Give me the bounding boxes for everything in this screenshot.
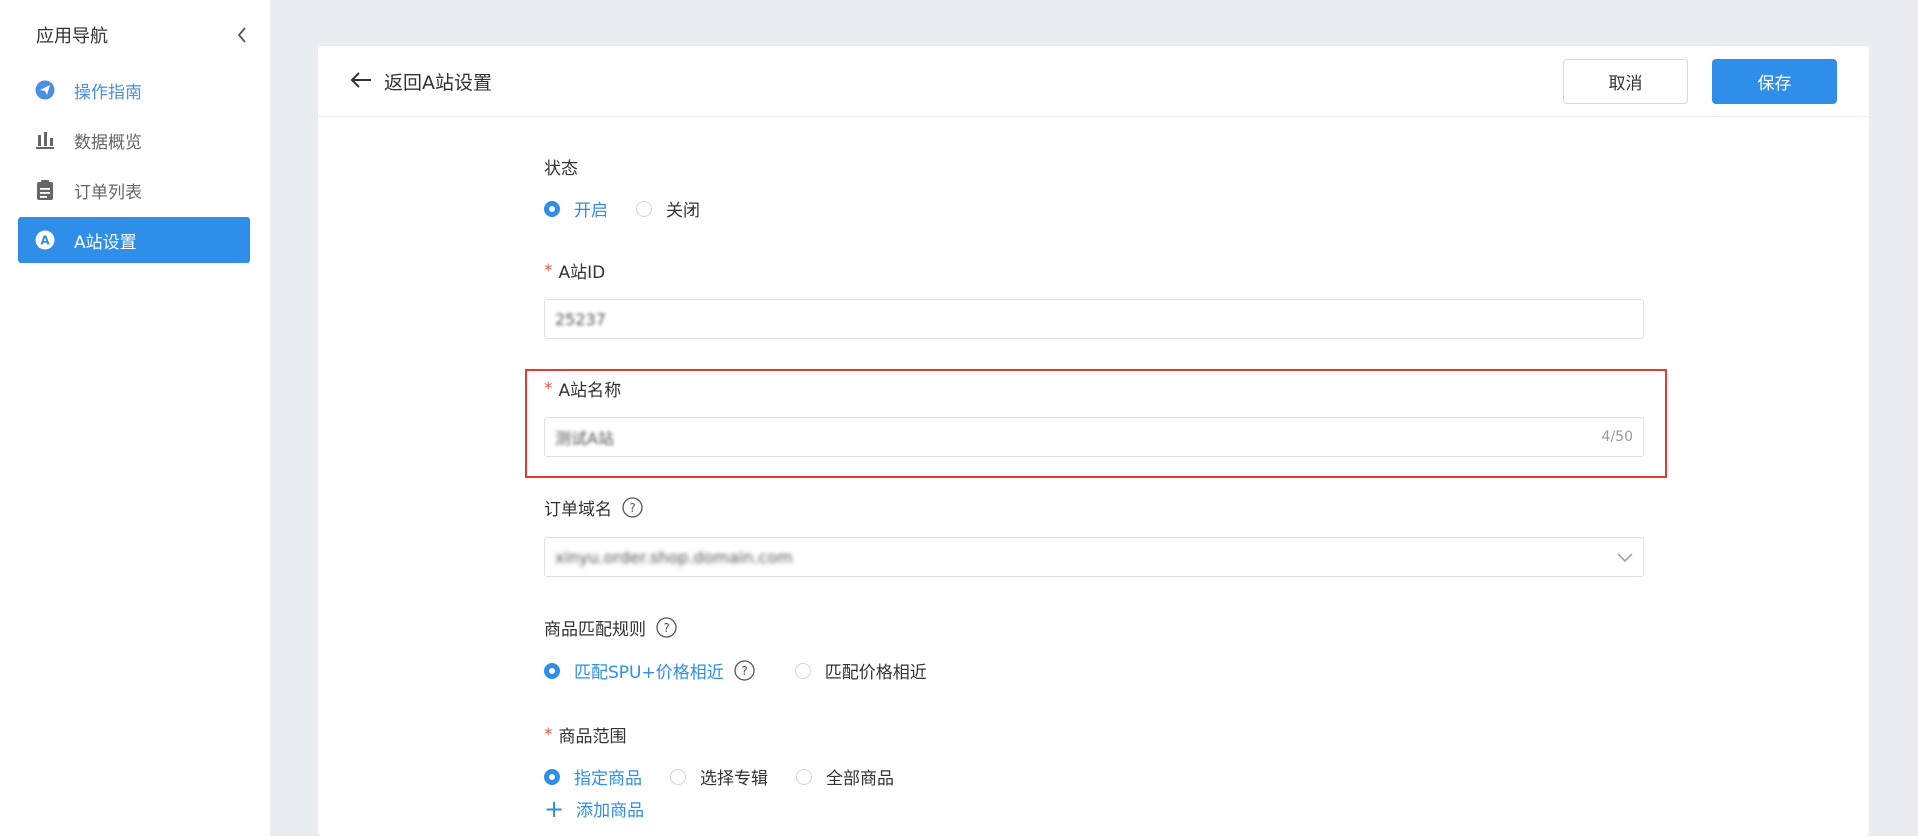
product-scope-radio-specified[interactable]: 指定商品	[544, 764, 642, 789]
site-id-input[interactable]: 25237	[544, 299, 1644, 339]
product-scope-radio-group: 指定商品 选择专辑 全部商品	[544, 764, 922, 789]
radio-dot	[636, 200, 652, 217]
match-rule-radio-price[interactable]: 匹配价格相近	[794, 658, 927, 683]
svg-text:?: ?	[663, 621, 669, 635]
status-label: 状态	[544, 159, 578, 179]
paper-plane-icon	[34, 79, 56, 101]
bar-chart-icon	[34, 129, 56, 151]
sidebar-item-site-a-settings[interactable]: A A站设置	[18, 217, 250, 263]
sidebar-item-label: 数据概览	[74, 132, 142, 153]
collapse-sidebar-icon[interactable]	[232, 23, 252, 47]
order-domain-select[interactable]: xinyu.order.shop.domain.com	[544, 537, 1644, 577]
question-circle-icon[interactable]: ?	[622, 497, 643, 518]
sidebar-title: 应用导航	[36, 26, 108, 47]
sidebar-header: 应用导航	[36, 20, 252, 50]
site-name-label: * A站名称	[544, 378, 622, 402]
svg-text:A: A	[40, 234, 50, 248]
sidebar-item-guide[interactable]: 操作指南	[18, 67, 250, 113]
radio-dot	[796, 768, 812, 785]
question-circle-icon[interactable]: ?	[656, 617, 677, 638]
sidebar: 应用导航 操作指南 数据概览 订单列表 A A站设置	[0, 0, 270, 836]
sidebar-item-label: 操作指南	[74, 82, 142, 103]
sidebar-item-label: A站设置	[74, 232, 137, 253]
site-id-label: * A站ID	[544, 260, 606, 284]
arrow-left-icon	[350, 71, 372, 93]
status-radio-on[interactable]: 开启	[544, 196, 608, 221]
save-button[interactable]: 保存	[1712, 59, 1837, 104]
back-link[interactable]: 返回A站设置	[350, 68, 492, 95]
svg-text:?: ?	[629, 501, 635, 515]
radio-dot	[544, 768, 560, 785]
site-a-icon: A	[34, 229, 56, 251]
svg-text:?: ?	[741, 664, 747, 678]
add-product-link[interactable]: + 添加商品	[544, 794, 645, 823]
order-domain-label: 订单域名 ?	[544, 495, 643, 520]
radio-dot	[544, 200, 560, 217]
back-label: 返回A站设置	[384, 72, 492, 94]
sidebar-item-data-overview[interactable]: 数据概览	[18, 117, 250, 163]
product-scope-radio-all[interactable]: 全部商品	[796, 764, 894, 789]
sidebar-item-label: 订单列表	[74, 182, 142, 203]
char-counter: 4/50	[1601, 429, 1633, 445]
product-scope-label: * 商品范围	[544, 724, 627, 748]
match-rule-radio-group: 匹配SPU+价格相近 ? 匹配价格相近	[544, 658, 955, 683]
site-name-input[interactable]: 测试A站 4/50	[544, 417, 1644, 457]
match-rule-radio-spu-price[interactable]: 匹配SPU+价格相近 ?	[544, 658, 755, 683]
match-rule-label: 商品匹配规则 ?	[544, 615, 677, 640]
radio-dot	[670, 768, 686, 785]
clipboard-icon	[34, 179, 56, 201]
plus-icon: +	[544, 794, 565, 823]
product-scope-radio-album[interactable]: 选择专辑	[670, 764, 768, 789]
question-circle-icon[interactable]: ?	[734, 660, 755, 681]
sidebar-item-order-list[interactable]: 订单列表	[18, 167, 250, 213]
sidebar-nav: 操作指南 数据概览 订单列表 A A站设置	[18, 67, 250, 267]
cancel-button[interactable]: 取消	[1563, 59, 1688, 104]
order-domain-value: xinyu.order.shop.domain.com	[555, 547, 793, 567]
card-header: 返回A站设置 取消 保存	[318, 46, 1869, 117]
add-product-label: 添加商品	[576, 801, 645, 821]
status-radio-off[interactable]: 关闭	[636, 196, 700, 221]
site-id-value: 25237	[555, 309, 606, 329]
site-name-value: 测试A站	[555, 429, 614, 448]
radio-dot	[544, 662, 560, 679]
radio-dot	[794, 662, 811, 679]
status-radio-group: 开启 关闭	[544, 196, 728, 221]
chevron-down-icon	[1617, 548, 1633, 567]
